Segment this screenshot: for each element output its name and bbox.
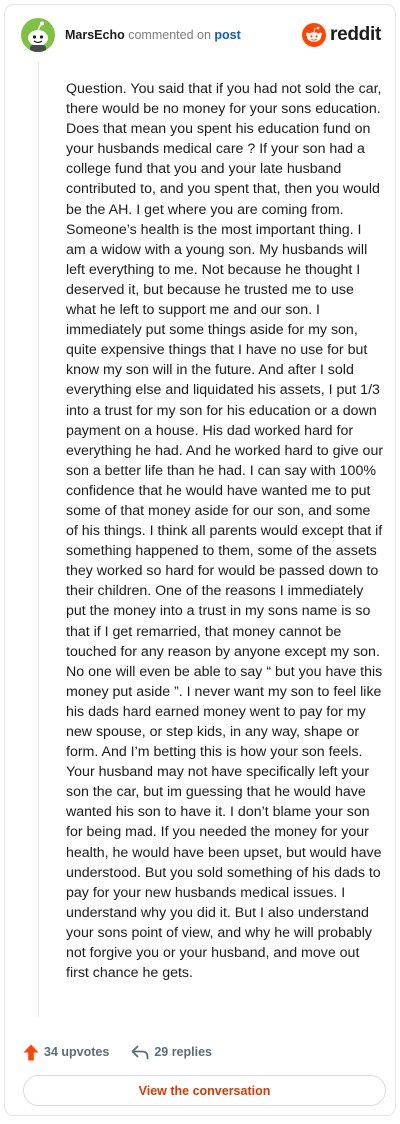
snoo-avatar-icon[interactable] [21,18,55,52]
reddit-logo-icon [302,23,327,47]
upvote-arrow-icon [23,1044,39,1060]
byline: MarsEcho commented on post [65,27,241,43]
reply-count: 29 replies [154,1045,212,1059]
brand-wordmark: reddit [330,24,381,45]
upvote-button[interactable]: 34 upvotes [23,1044,109,1061]
username-link[interactable]: MarsEcho [65,28,125,42]
thread-line [38,61,39,1017]
comment-card: MarsEcho commented on post reddit Questi… [4,4,396,1116]
comment-body: Question. You said that if you had not s… [66,81,384,982]
view-conversation-button[interactable]: View the conversation [23,1075,386,1106]
action-text: commented on [128,28,211,42]
comment-actions: 34 upvotes 29 replies [23,1041,234,1063]
reddit-brand[interactable]: reddit [302,23,381,47]
post-link[interactable]: post [214,28,240,42]
upvote-count: 34 upvotes [44,1045,110,1059]
reply-arrow-icon [131,1045,149,1059]
replies-button[interactable]: 29 replies [131,1045,212,1060]
comment-header: MarsEcho commented on post reddit [21,17,381,53]
